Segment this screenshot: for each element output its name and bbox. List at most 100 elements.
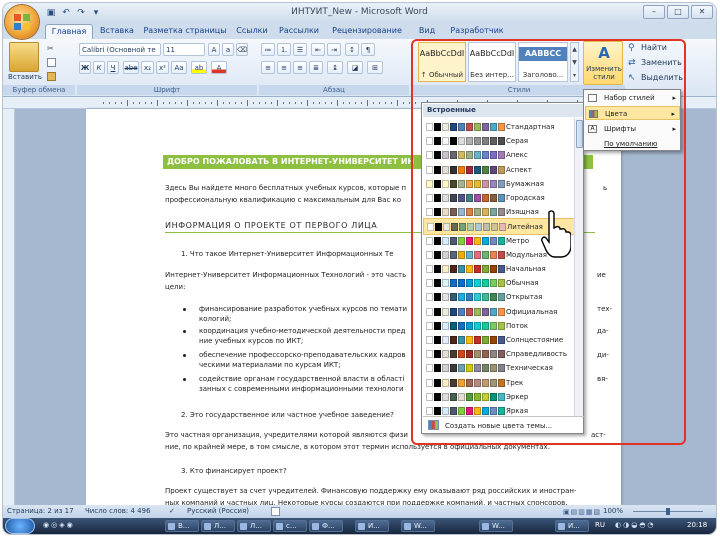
clear-format-icon[interactable]: ⌫ (236, 43, 248, 56)
spelling-icon[interactable]: ✓ (169, 505, 175, 518)
ruler-tick (343, 102, 344, 104)
office-button[interactable] (5, 5, 39, 39)
change-case-icon[interactable]: Aa (171, 61, 187, 74)
bold-icon[interactable]: Ж (79, 61, 91, 74)
save-icon[interactable]: ▣ (45, 7, 57, 19)
justify-icon[interactable]: ≣ (309, 61, 323, 74)
ruler-tick (325, 102, 326, 104)
language[interactable]: Русский (Россия) (187, 505, 249, 518)
language-indicator[interactable]: RU (595, 521, 605, 529)
ruler-tick (133, 102, 134, 104)
font-color-icon[interactable]: A (211, 61, 227, 74)
ruler-tick (337, 100, 338, 106)
font-name-select[interactable]: Calibri (Основной те (79, 43, 161, 56)
borders-icon[interactable]: ⊞ (367, 61, 383, 74)
macro-icon[interactable] (271, 507, 280, 516)
line-spacing-icon[interactable]: ↨ (327, 61, 343, 74)
undo-icon[interactable]: ↶ (60, 7, 72, 19)
ruler-tick (259, 102, 260, 104)
tab-insert[interactable]: Вставка (97, 24, 137, 39)
ruler-tick (313, 102, 314, 104)
grow-font-icon[interactable]: A (208, 43, 220, 56)
show-marks-icon[interactable]: ¶ (361, 43, 375, 56)
maximize-button[interactable]: □ (667, 5, 689, 19)
ruler-tick (277, 100, 278, 106)
clipboard-group-label: Буфер обмена (3, 85, 75, 95)
redo-icon[interactable]: ↷ (75, 7, 87, 19)
zoom-handle[interactable] (666, 508, 670, 515)
paste-icon[interactable] (9, 42, 39, 72)
tab-mailings[interactable]: Рассылки (275, 24, 323, 39)
ruler-tick (253, 102, 254, 104)
tab-developer[interactable]: Разработчик (447, 24, 507, 39)
ruler-tick (235, 102, 236, 104)
underline-icon[interactable]: Ч (107, 61, 119, 74)
title-bar: ИНТУИТ_New - Microsoft Word ▣ ↶ ↷ ▾ – □ … (3, 3, 716, 23)
taskbar-button[interactable]: Л... (237, 520, 271, 532)
page-count[interactable]: Страница: 2 из 17 (7, 505, 74, 518)
customize-icon[interactable]: ▾ (90, 7, 102, 19)
taskbar-button[interactable]: W... (401, 520, 435, 532)
subscript-icon[interactable]: x₂ (141, 61, 154, 74)
ruler-tick (301, 102, 302, 104)
ruler-tick (349, 102, 350, 104)
taskbar-button[interactable]: W... (479, 520, 513, 532)
zoom-level[interactable]: 100% (603, 505, 623, 518)
font-size-select[interactable]: 11 (163, 43, 205, 56)
minimize-button[interactable]: – (643, 5, 665, 19)
multilevel-list-icon[interactable]: ☰ (293, 43, 307, 56)
numbering-icon[interactable]: ⒈ (277, 43, 291, 56)
superscript-icon[interactable]: x² (156, 61, 169, 74)
strikethrough-icon[interactable]: abe (123, 61, 139, 74)
vertical-ruler[interactable] (3, 109, 15, 505)
tab-review[interactable]: Рецензирование (327, 24, 407, 39)
tray-icons[interactable]: ◐◑◒◓◔ (615, 521, 675, 531)
shading-icon[interactable]: ◪ (347, 61, 363, 74)
tab-references[interactable]: Ссылки (233, 24, 271, 39)
ruler-tick (127, 100, 128, 106)
cut-icon[interactable]: ✂ (47, 44, 56, 53)
ribbon-tabs: Главная Вставка Разметка страницы Ссылки… (3, 23, 716, 39)
italic-icon[interactable]: К (93, 61, 105, 74)
decrease-indent-icon[interactable]: ⇤ (311, 43, 325, 56)
ruler-tick (361, 102, 362, 104)
word-count[interactable]: Число слов: 4 496 (85, 505, 151, 518)
align-right-icon[interactable]: ≡ (293, 61, 307, 74)
start-button[interactable] (5, 518, 35, 534)
ruler-tick (145, 102, 146, 104)
ruler-tick (391, 102, 392, 104)
ruler-tick (169, 102, 170, 104)
ruler-tick (319, 102, 320, 104)
ruler-tick (283, 102, 284, 104)
ruler-tick (271, 102, 272, 104)
taskbar: ◉◎◈◉ В... Л... Л... с... Ф... И... W... … (3, 518, 716, 534)
highlight-icon[interactable]: ab (191, 61, 207, 74)
ruler-tick (229, 102, 230, 104)
paragraph-group-label: Абзац (259, 85, 409, 95)
paste-label[interactable]: Вставить (5, 73, 45, 81)
tab-page-layout[interactable]: Разметка страницы (140, 24, 230, 39)
ruler-tick (199, 102, 200, 104)
close-button[interactable]: ✕ (691, 5, 713, 19)
increase-indent-icon[interactable]: ⇥ (327, 43, 341, 56)
taskbar-button[interactable]: с... (273, 520, 307, 532)
format-painter-icon[interactable] (47, 72, 56, 81)
align-left-icon[interactable]: ≡ (261, 61, 275, 74)
tab-home[interactable]: Главная (45, 24, 93, 39)
copy-icon[interactable] (47, 58, 56, 67)
align-center-icon[interactable]: ≡ (277, 61, 291, 74)
hand-cursor-icon (541, 210, 571, 258)
tab-view[interactable]: Вид (416, 24, 438, 39)
taskbar-button[interactable]: В... (165, 520, 199, 532)
taskbar-button[interactable]: Л... (201, 520, 235, 532)
bullets-icon[interactable]: ≔ (261, 43, 275, 56)
shrink-font-icon[interactable]: a (222, 43, 234, 56)
window-title: ИНТУИТ_New - Microsoft Word (291, 7, 428, 17)
ruler-tick (397, 100, 398, 106)
quick-launch-icons[interactable]: ◉◎◈◉ (43, 521, 103, 531)
taskbar-button[interactable]: И... (555, 520, 589, 532)
taskbar-button[interactable]: Ф... (309, 520, 343, 532)
sort-icon[interactable]: ↕ (345, 43, 359, 56)
font-group-label: Шрифт (77, 85, 257, 95)
taskbar-button[interactable]: И... (355, 520, 389, 532)
